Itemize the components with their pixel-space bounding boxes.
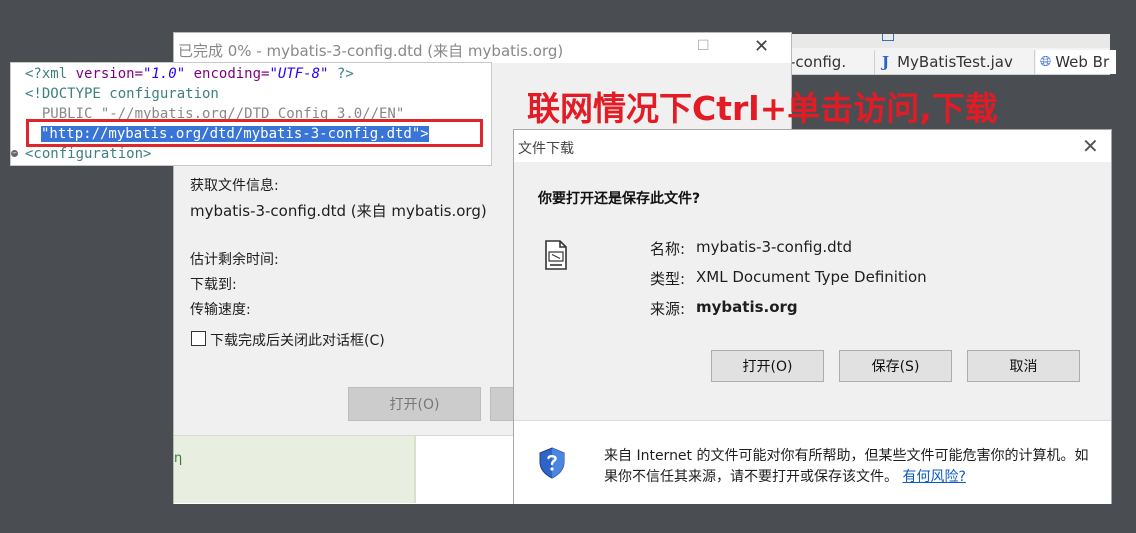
progress-titlebar: 已完成 0% - mybatis-3-config.dtd (来自 mybati… [174,33,791,63]
globe-icon: 🌐︎ [1040,54,1052,70]
document-icon [545,240,567,270]
dialog-titlebar: 文件下载 ✕ [514,130,1111,162]
progress-open-button-label: 打开(O) [389,397,440,413]
save-button[interactable]: 保存(S) [839,350,952,382]
warning-text: 来自 Internet 的文件可能对你有所帮助，但某些文件可能危害你的计算机。如… [604,446,1094,488]
open-button-label: 打开(O) [742,359,793,375]
tab-mybatistest[interactable]: J MyBatisTest.jav [876,50,1035,74]
code-line-1: <?xml version="1.0" encoding="UTF-8" ?> [25,66,354,82]
file-download-dialog: 文件下载 ✕ 你要打开还是保存此文件? 名称: mybatis-3-config… [513,129,1112,504]
close-icon[interactable]: ✕ [754,36,769,57]
editor-margin-divider [414,436,416,503]
type-label: 类型: [650,270,686,288]
from-value: mybatis.org [696,298,798,316]
fold-icon[interactable]: − [11,150,18,157]
maximize-icon[interactable]: ☐ [697,38,710,54]
highlight-box [26,119,483,147]
toolbar-icon[interactable] [882,34,894,41]
close-icon[interactable]: ✕ [1082,134,1099,158]
close-on-complete-label: 下载完成后关闭此对话框(C) [210,333,385,349]
time-left-label: 估计剩余时间: [190,252,279,268]
editor-glyph: η [174,451,183,466]
tab-config-label: -config. [790,53,847,71]
annotation-text: 联网情况下Ctrl+单击访问,下载 [527,89,998,128]
tab-config[interactable]: -config. [790,50,875,74]
close-on-complete-checkbox[interactable] [191,331,206,346]
ide-editor-tabs: -config. J MyBatisTest.jav 🌐︎ Web Br [790,34,1116,75]
getting-info-label: 获取文件信息: [190,178,279,194]
progress-open-button[interactable]: 打开(O) [348,387,481,421]
type-value: XML Document Type Definition [696,268,927,286]
transfer-rate-label: 传输速度: [190,302,251,318]
cancel-button-label: 取消 [1009,359,1038,375]
name-value: mybatis-3-config.dtd [696,238,853,256]
tab-web-browser[interactable]: 🌐︎ Web Br [1036,50,1116,74]
dialog-title: 文件下载 [518,141,574,157]
tab-mybatistest-label: MyBatisTest.jav [897,53,1013,71]
dialog-question: 你要打开还是保存此文件? [538,191,701,207]
tab-web-browser-label: Web Br [1055,53,1110,71]
code-line-5: <configuration> [25,146,152,162]
from-label: 来源: [650,300,686,318]
open-button[interactable]: 打开(O) [711,350,824,382]
security-shield-icon [539,447,565,479]
save-button-label: 保存(S) [871,359,920,375]
file-source-text: mybatis-3-config.dtd (来自 mybatis.org) [190,202,487,220]
java-file-icon: J [882,53,890,71]
ide-toolbar [790,34,1110,48]
editor-margin [174,436,414,503]
risk-link[interactable]: 有何风险? [902,469,965,485]
warning-message: 来自 Internet 的文件可能对你有所帮助，但某些文件可能危害你的计算机。如… [604,448,1089,485]
xml-code-snippet: <?xml version="1.0" encoding="UTF-8" ?> … [10,62,492,166]
cancel-button[interactable]: 取消 [967,350,1080,382]
name-label: 名称: [650,240,686,258]
code-line-2: <!DOCTYPE configuration [25,86,219,102]
download-to-label: 下载到: [190,277,237,293]
progress-title: 已完成 0% - mybatis-3-config.dtd (来自 mybati… [178,42,564,60]
